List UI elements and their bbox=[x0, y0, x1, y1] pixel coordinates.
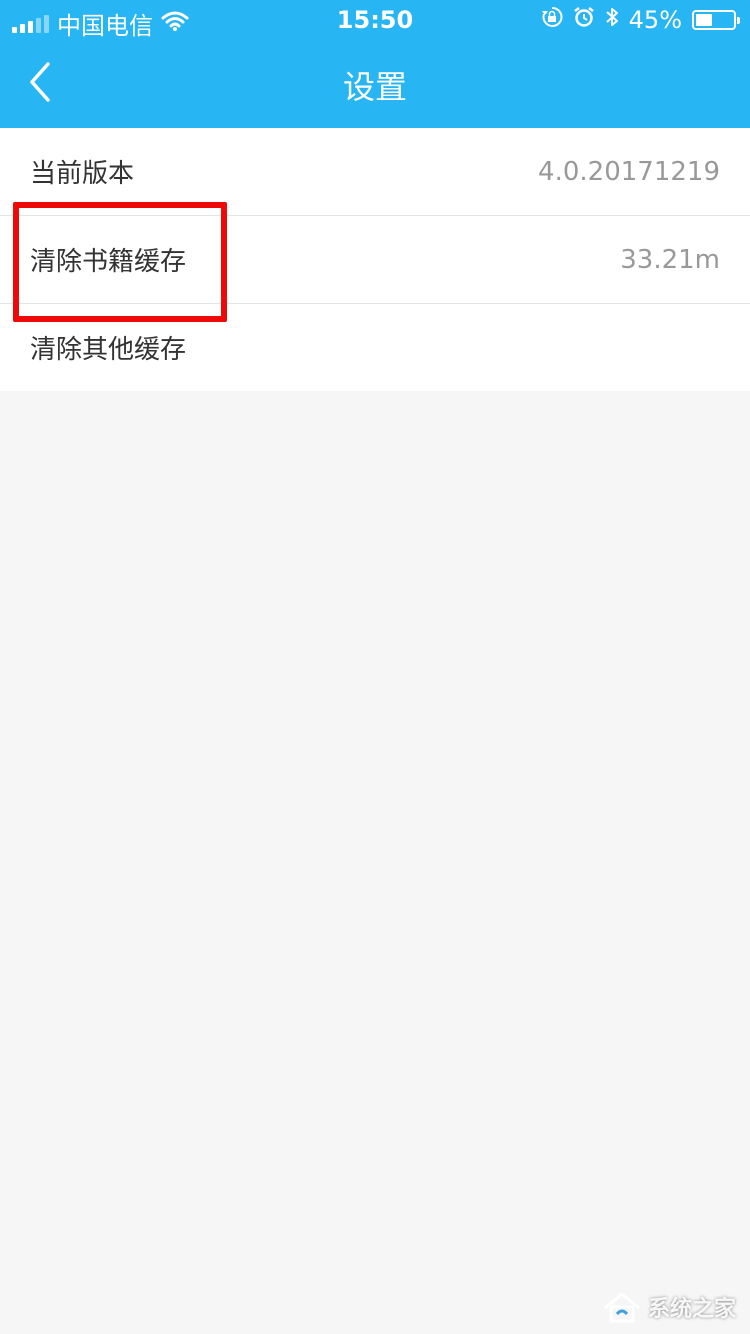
highlight-box bbox=[13, 202, 227, 322]
watermark-text: 系统之家 bbox=[647, 1297, 736, 1322]
watermark: 系统之家 bbox=[602, 1290, 736, 1324]
row-value: 33.21m bbox=[620, 244, 720, 275]
nav-bar: 设置 bbox=[0, 40, 750, 128]
battery-fill bbox=[696, 14, 713, 26]
row-value: 4.0.20171219 bbox=[538, 156, 720, 187]
row-label: 当前版本 bbox=[30, 159, 135, 189]
bluetooth-icon bbox=[605, 6, 619, 34]
battery-percent: 45% bbox=[628, 6, 682, 34]
app-header: 中国电信 15:50 45% 设置 bbox=[0, 0, 750, 128]
alarm-icon bbox=[573, 6, 595, 34]
status-right: 45% bbox=[541, 6, 740, 34]
battery-icon bbox=[692, 10, 740, 30]
row-label: 清除其他缓存 bbox=[30, 335, 187, 365]
house-logo-icon bbox=[604, 1292, 640, 1323]
status-bar: 中国电信 15:50 45% bbox=[0, 0, 750, 40]
page-title: 设置 bbox=[342, 68, 407, 106]
rotation-lock-icon bbox=[541, 6, 563, 34]
